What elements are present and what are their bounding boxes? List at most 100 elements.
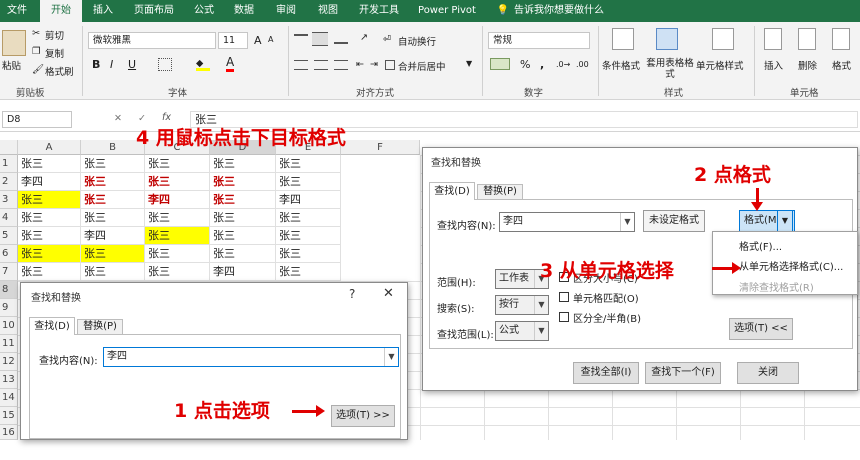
options-button[interactable]: 选项(T) >> (331, 405, 395, 427)
bold-button[interactable]: B (92, 58, 100, 71)
cut-button[interactable]: 剪切 (45, 28, 64, 42)
merge-center-button[interactable]: 合并后居中 (398, 59, 446, 73)
table-format-label[interactable]: 套用表格格式 (644, 58, 696, 80)
wrap-text-button[interactable]: 自动换行 (398, 34, 436, 48)
number-format-select[interactable]: 常规 (488, 32, 590, 49)
tab-replace[interactable]: 替换(P) (477, 184, 523, 199)
cell[interactable]: 张三 (81, 263, 145, 281)
column-header[interactable]: F (341, 140, 420, 155)
close-button[interactable]: 关闭 (737, 362, 799, 384)
font-size-select[interactable]: 11 (218, 32, 248, 49)
find-what-input[interactable]: 李四 ▼ (103, 347, 399, 367)
tab-review[interactable]: 审阅 (270, 0, 302, 22)
tab-power-pivot[interactable]: Power Pivot (414, 0, 480, 22)
cell[interactable]: 张三 (210, 173, 276, 191)
cell[interactable]: 张三 (210, 227, 276, 245)
look-in-select[interactable]: 公式 ▼ (495, 321, 549, 341)
paste-button[interactable]: 粘贴 (2, 58, 21, 72)
cell[interactable]: 张三 (81, 173, 145, 191)
chevron-down-icon[interactable]: ▼ (534, 296, 548, 314)
cell[interactable]: 李四 (145, 191, 210, 209)
tab-data[interactable]: 数据 (228, 0, 260, 22)
chevron-down-icon[interactable]: ▼ (777, 210, 793, 232)
cell[interactable]: 张三 (276, 155, 341, 173)
cell[interactable]: 张三 (210, 245, 276, 263)
underline-button[interactable]: U (128, 58, 136, 71)
cell[interactable]: 张三 (18, 155, 81, 173)
row-header[interactable]: 6 (0, 245, 18, 263)
row-header[interactable]: 2 (0, 173, 18, 191)
orientation-icon[interactable]: ↗ (360, 32, 368, 43)
format-cells-icon[interactable] (832, 28, 850, 50)
format-cells-button[interactable]: 格式 (832, 58, 851, 72)
delete-cells-icon[interactable] (798, 28, 816, 50)
chevron-down-icon[interactable]: ▼ (466, 59, 472, 68)
cell[interactable]: 张三 (145, 245, 210, 263)
align-middle-icon[interactable] (312, 32, 328, 46)
cell[interactable]: 张三 (276, 227, 341, 245)
cell[interactable]: 张三 (81, 155, 145, 173)
row-header[interactable]: 9 (0, 299, 18, 317)
help-icon[interactable]: ? (349, 287, 355, 301)
cell[interactable] (18, 442, 38, 460)
grow-font-button[interactable]: A (254, 34, 262, 47)
format-painter-button[interactable]: 格式刷 (45, 64, 74, 78)
align-top-icon[interactable] (294, 34, 308, 44)
name-box[interactable]: D8 (2, 111, 72, 128)
cell[interactable]: 张三 (18, 245, 81, 263)
conditional-format-icon[interactable] (612, 28, 634, 50)
insert-cells-icon[interactable] (764, 28, 782, 50)
cell[interactable]: 张三 (145, 263, 210, 281)
align-center-icon[interactable] (314, 60, 328, 70)
conditional-format-button[interactable]: 条件格式 (602, 58, 640, 72)
function-icon[interactable]: fx (162, 112, 171, 123)
insert-cells-button[interactable]: 插入 (764, 58, 783, 72)
fill-color-icon[interactable]: ◆ (196, 58, 210, 71)
cell[interactable]: 张三 (145, 209, 210, 227)
cell[interactable]: 张三 (145, 173, 210, 191)
cell[interactable]: 张三 (145, 155, 210, 173)
menu-item-format[interactable]: 格式(F)... (739, 238, 782, 253)
chevron-down-icon[interactable]: ▼ (534, 322, 548, 340)
decrease-decimal-icon[interactable]: .00 (576, 60, 589, 69)
tab-file[interactable]: 文件 (0, 0, 34, 22)
search-select[interactable]: 按行 ▼ (495, 295, 549, 315)
align-right-icon[interactable] (334, 60, 348, 70)
cell[interactable]: 张三 (18, 191, 81, 209)
close-icon[interactable]: ✕ (383, 286, 394, 301)
cell-styles-icon[interactable] (712, 28, 734, 50)
paste-icon[interactable] (2, 30, 26, 56)
cell[interactable]: 张三 (18, 263, 81, 281)
decrease-indent-icon[interactable]: ⇤ (356, 59, 364, 70)
row-header[interactable]: 7 (0, 263, 18, 281)
menu-item-choose-from-cell[interactable]: 从单元格选择格式(C)... (739, 258, 843, 273)
font-name-select[interactable]: 微软雅黑 (88, 32, 216, 49)
cell[interactable]: 张三 (18, 209, 81, 227)
format-as-table-icon[interactable] (656, 28, 678, 50)
chevron-down-icon[interactable]: ▼ (620, 213, 634, 231)
tell-me-box[interactable]: 告诉我你想要做什么 (514, 0, 624, 22)
tab-insert[interactable]: 插入 (86, 0, 120, 22)
chevron-down-icon[interactable]: ▼ (384, 348, 398, 366)
cell[interactable]: 张三 (18, 227, 81, 245)
cell[interactable]: 张三 (210, 191, 276, 209)
align-bottom-icon[interactable] (334, 34, 348, 44)
percent-button[interactable]: % (520, 58, 530, 71)
cell[interactable]: 张三 (276, 245, 341, 263)
cancel-icon[interactable]: ✕ (114, 113, 122, 124)
tab-find[interactable]: 查找(D) (29, 317, 75, 335)
cell[interactable]: 张三 (81, 191, 145, 209)
comma-button[interactable]: , (540, 58, 544, 71)
row-header[interactable]: 14 (0, 389, 18, 407)
cell[interactable]: 张三 (276, 263, 341, 281)
cell[interactable]: 张三 (81, 245, 145, 263)
copy-button[interactable]: 复制 (45, 46, 64, 60)
cell[interactable]: 李四 (210, 263, 276, 281)
find-all-button[interactable]: 查找全部(I) (573, 362, 639, 384)
cell[interactable]: 张三 (276, 173, 341, 191)
select-all-corner[interactable] (0, 140, 18, 155)
row-header[interactable]: 4 (0, 209, 18, 227)
cell[interactable]: 张三 (210, 209, 276, 227)
row-header[interactable]: 16 (0, 425, 18, 440)
find-what-input[interactable]: 李四 ▼ (499, 212, 635, 232)
